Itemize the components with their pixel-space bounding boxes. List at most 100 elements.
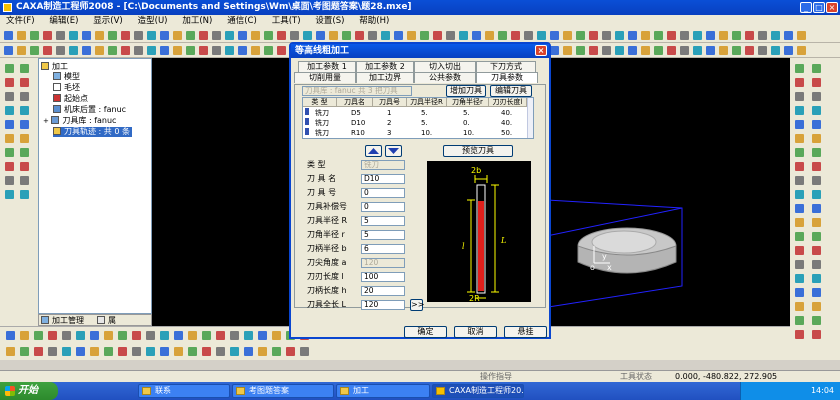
feature-tool-icon[interactable] xyxy=(732,46,741,55)
view-tool-icon[interactable] xyxy=(20,176,29,185)
toolbar-tool-icon[interactable] xyxy=(745,31,754,40)
machining-tool-icon[interactable] xyxy=(48,347,57,356)
feature-tool-icon[interactable] xyxy=(563,46,572,55)
surface-tool-icon[interactable] xyxy=(812,120,821,129)
machining-tool-icon[interactable] xyxy=(90,331,99,340)
surface-tool-icon[interactable] xyxy=(812,218,821,227)
curve-tool-icon[interactable] xyxy=(795,134,804,143)
task-caxa[interactable]: CAXA制造工程师20... xyxy=(432,384,524,398)
machining-tool-icon[interactable] xyxy=(76,331,85,340)
comp-number-input[interactable]: 0 xyxy=(361,202,405,212)
curve-tool-icon[interactable] xyxy=(795,190,804,199)
machining-tool-icon[interactable] xyxy=(132,331,141,340)
toolbar-tool-icon[interactable] xyxy=(368,31,377,40)
toolbar-tool-icon[interactable] xyxy=(4,31,13,40)
tree-item-start-point[interactable]: 起始点 xyxy=(53,94,88,104)
toolbar-tool-icon[interactable] xyxy=(56,31,65,40)
tab-params-1[interactable]: 加工参数 1 xyxy=(298,61,356,72)
machining-tool-icon[interactable] xyxy=(118,347,127,356)
feature-tool-icon[interactable] xyxy=(641,46,650,55)
feature-tool-icon[interactable] xyxy=(238,46,247,55)
move-down-button[interactable] xyxy=(385,145,402,157)
feature-tool-icon[interactable] xyxy=(667,46,676,55)
toolbar-tool-icon[interactable] xyxy=(433,31,442,40)
more-params-button[interactable]: >> xyxy=(410,299,424,311)
menu-edit[interactable]: 编辑(E) xyxy=(43,15,84,28)
feature-tool-icon[interactable] xyxy=(745,46,754,55)
toolbar-tool-icon[interactable] xyxy=(797,31,806,40)
curve-tool-icon[interactable] xyxy=(795,288,804,297)
feature-tool-icon[interactable] xyxy=(654,46,663,55)
select-tool-icon[interactable] xyxy=(5,64,14,73)
surface-tool-icon[interactable] xyxy=(812,274,821,283)
view-tool-icon[interactable] xyxy=(20,120,29,129)
curve-tool-icon[interactable] xyxy=(795,162,804,171)
close-icon[interactable]: × xyxy=(826,2,838,13)
curve-tool-icon[interactable] xyxy=(795,232,804,241)
select-tool-icon[interactable] xyxy=(5,106,14,115)
toolbar-tool-icon[interactable] xyxy=(290,31,299,40)
machining-tool-icon[interactable] xyxy=(202,347,211,356)
select-tool-icon[interactable] xyxy=(5,190,14,199)
feature-tool-icon[interactable] xyxy=(30,46,39,55)
add-tool-button[interactable]: 增加刀具 xyxy=(446,85,486,97)
feature-tool-icon[interactable] xyxy=(277,46,286,55)
machining-tool-icon[interactable] xyxy=(230,331,239,340)
feature-tool-icon[interactable] xyxy=(758,46,767,55)
surface-tool-icon[interactable] xyxy=(812,176,821,185)
type-select[interactable]: 铣刀 xyxy=(361,160,405,170)
feature-tool-icon[interactable] xyxy=(771,46,780,55)
machining-tool-icon[interactable] xyxy=(216,331,225,340)
tab-lead-in-out[interactable]: 切入切出 xyxy=(414,61,476,72)
feature-tool-icon[interactable] xyxy=(173,46,182,55)
tab-process-manager[interactable]: 加工管理 xyxy=(41,316,84,326)
curve-tool-icon[interactable] xyxy=(795,78,804,87)
feature-tool-icon[interactable] xyxy=(212,46,221,55)
total-length-input[interactable]: 120 xyxy=(361,300,405,310)
machining-tool-icon[interactable] xyxy=(20,331,29,340)
feature-tool-icon[interactable] xyxy=(160,46,169,55)
machining-tool-icon[interactable] xyxy=(62,331,71,340)
surface-tool-icon[interactable] xyxy=(812,148,821,157)
curve-tool-icon[interactable] xyxy=(795,218,804,227)
expand-icon[interactable]: + xyxy=(43,117,49,125)
curve-tool-icon[interactable] xyxy=(795,204,804,213)
shank-radius-input[interactable]: 6 xyxy=(361,244,405,254)
tree-item-blank[interactable]: 毛坯 xyxy=(53,83,80,93)
feature-tool-icon[interactable] xyxy=(628,46,637,55)
toolbar-tool-icon[interactable] xyxy=(550,31,559,40)
feature-tool-icon[interactable] xyxy=(797,46,806,55)
toolbar-tool-icon[interactable] xyxy=(771,31,780,40)
toolbar-tool-icon[interactable] xyxy=(251,31,260,40)
feature-tool-icon[interactable] xyxy=(251,46,260,55)
feature-tool-icon[interactable] xyxy=(95,46,104,55)
surface-tool-icon[interactable] xyxy=(812,302,821,311)
tab-tool-params[interactable]: 刀具参数 xyxy=(476,72,538,83)
select-tool-icon[interactable] xyxy=(5,176,14,185)
toolbar-tool-icon[interactable] xyxy=(693,31,702,40)
feature-tool-icon[interactable] xyxy=(615,46,624,55)
tool-name-input[interactable]: D10 xyxy=(361,174,405,184)
curve-tool-icon[interactable] xyxy=(795,106,804,115)
feature-tool-icon[interactable] xyxy=(43,46,52,55)
machining-tool-icon[interactable] xyxy=(258,331,267,340)
view-tool-icon[interactable] xyxy=(20,148,29,157)
machining-tool-icon[interactable] xyxy=(146,347,155,356)
toolbar-tool-icon[interactable] xyxy=(17,31,26,40)
toolbar-tool-icon[interactable] xyxy=(82,31,91,40)
machining-tool-icon[interactable] xyxy=(174,347,183,356)
toolbar-tool-icon[interactable] xyxy=(628,31,637,40)
toolbar-tool-icon[interactable] xyxy=(394,31,403,40)
feature-tool-icon[interactable] xyxy=(17,46,26,55)
feature-tool-icon[interactable] xyxy=(121,46,130,55)
machining-tool-icon[interactable] xyxy=(48,331,57,340)
edit-tool-button[interactable]: 编辑刀具 xyxy=(490,85,532,97)
tab-params-2[interactable]: 加工参数 2 xyxy=(356,61,414,72)
machining-tool-icon[interactable] xyxy=(118,331,127,340)
menu-tools[interactable]: 工具(T) xyxy=(266,15,307,28)
select-tool-icon[interactable] xyxy=(5,134,14,143)
feature-tool-icon[interactable] xyxy=(186,46,195,55)
surface-tool-icon[interactable] xyxy=(812,190,821,199)
menu-communication[interactable]: 通信(C) xyxy=(221,15,263,28)
machining-tool-icon[interactable] xyxy=(76,347,85,356)
